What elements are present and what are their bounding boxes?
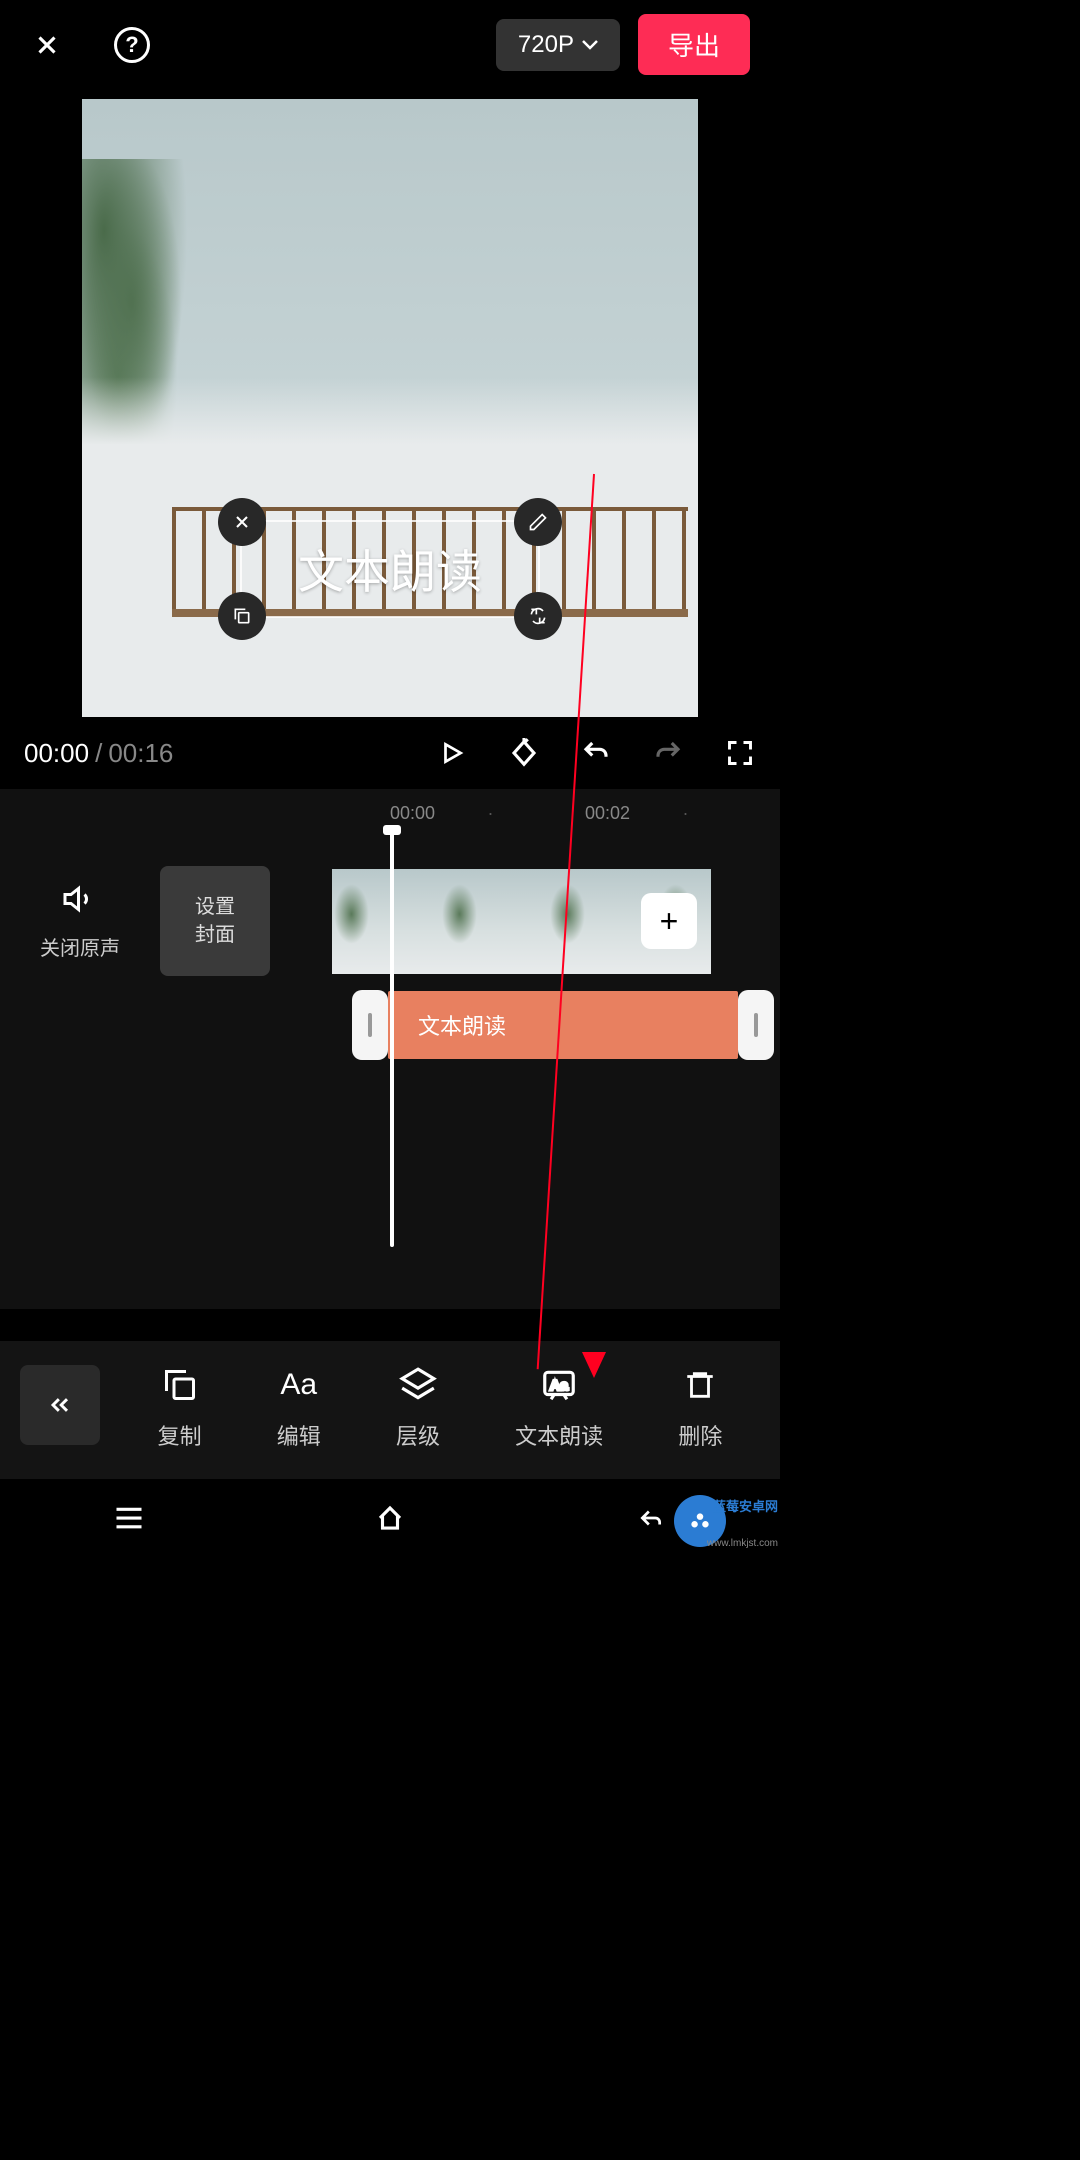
fullscreen-icon[interactable] xyxy=(724,737,756,769)
toolbar-back-button[interactable] xyxy=(20,1365,100,1445)
chevron-down-icon xyxy=(582,40,598,50)
redo-icon[interactable] xyxy=(652,737,684,769)
mute-label: 关闭原声 xyxy=(0,932,160,961)
system-nav-bar xyxy=(0,1479,780,1561)
toolbar-delete[interactable]: 删除 xyxy=(678,1365,722,1451)
toolbar-label: 删除 xyxy=(678,1419,722,1451)
text-overlay-box[interactable]: 文本朗读 xyxy=(240,520,540,618)
video-preview[interactable]: 文本朗读 xyxy=(82,99,698,717)
copy-icon xyxy=(160,1365,200,1405)
keyframe-icon[interactable] xyxy=(508,737,540,769)
ruler-mark: 00:00 xyxy=(390,803,488,824)
resolution-value: 720P xyxy=(518,31,574,59)
overlay-delete-handle[interactable] xyxy=(218,498,266,546)
annotation-arrow-head xyxy=(582,1352,606,1378)
undo-icon[interactable] xyxy=(580,737,612,769)
speaker-icon xyxy=(62,881,98,917)
cover-label-1: 设置 xyxy=(195,893,235,921)
nav-home-icon[interactable] xyxy=(373,1503,407,1538)
export-button[interactable]: 导出 xyxy=(638,14,750,75)
ruler-dot: · xyxy=(683,803,781,824)
timeline[interactable]: 00:00 · 00:02 · 关闭原声 设置 封面 + 文本朗读 xyxy=(0,789,780,1309)
cover-label-2: 封面 xyxy=(195,921,235,949)
close-icon[interactable] xyxy=(30,28,64,62)
resolution-picker[interactable]: 720P xyxy=(496,19,620,71)
text-clip[interactable]: 文本朗读 xyxy=(388,991,738,1059)
clip-handle-right[interactable] xyxy=(738,990,774,1060)
set-cover-button[interactable]: 设置 封面 xyxy=(160,866,270,976)
tts-icon: Aa xyxy=(539,1365,579,1405)
svg-text:Aa: Aa xyxy=(550,1378,569,1394)
chevron-double-left-icon xyxy=(46,1391,74,1419)
timeline-ruler: 00:00 · 00:02 · xyxy=(0,803,780,824)
toolbar-layers[interactable]: 层级 xyxy=(396,1365,440,1451)
toolbar-label: 编辑 xyxy=(277,1419,321,1451)
toolbar-label: 复制 xyxy=(158,1419,202,1451)
time-total: 00:16 xyxy=(108,738,173,769)
ruler-mark: 00:02 xyxy=(585,803,683,824)
overlay-edit-handle[interactable] xyxy=(514,498,562,546)
nav-back-icon[interactable] xyxy=(636,1505,666,1536)
toolbar-label: 文本朗读 xyxy=(515,1419,603,1451)
text-edit-icon: Aa xyxy=(279,1365,319,1405)
watermark-brand: 蓝莓安卓网 xyxy=(713,1499,778,1515)
time-display: 00:00 / 00:16 xyxy=(24,738,173,769)
trash-icon xyxy=(680,1365,720,1405)
clip-handle-left[interactable] xyxy=(352,990,388,1060)
overlay-copy-handle[interactable] xyxy=(218,592,266,640)
text-clip-label: 文本朗读 xyxy=(418,1009,506,1041)
toolbar-copy[interactable]: 复制 xyxy=(158,1365,202,1451)
playhead[interactable] xyxy=(390,827,394,1247)
video-clip-thumb[interactable] xyxy=(332,869,440,974)
layers-icon xyxy=(398,1365,438,1405)
watermark: 蓝莓安卓网 www.lmkjst.com xyxy=(670,1489,780,1561)
video-clip-thumb[interactable] xyxy=(440,869,548,974)
time-current: 00:00 xyxy=(24,738,89,769)
overlay-rotate-handle[interactable] xyxy=(514,592,562,640)
toolbar-label: 层级 xyxy=(396,1419,440,1451)
nav-menu-icon[interactable] xyxy=(114,1506,144,1535)
add-clip-button[interactable]: + xyxy=(641,893,697,949)
help-icon[interactable]: ? xyxy=(114,27,150,63)
watermark-url: www.lmkjst.com xyxy=(707,1538,778,1549)
text-overlay-label: 文本朗读 xyxy=(298,536,482,602)
play-icon[interactable] xyxy=(436,737,468,769)
mute-original-button[interactable]: 关闭原声 xyxy=(0,881,160,961)
toolbar-edit[interactable]: Aa 编辑 xyxy=(277,1365,321,1451)
